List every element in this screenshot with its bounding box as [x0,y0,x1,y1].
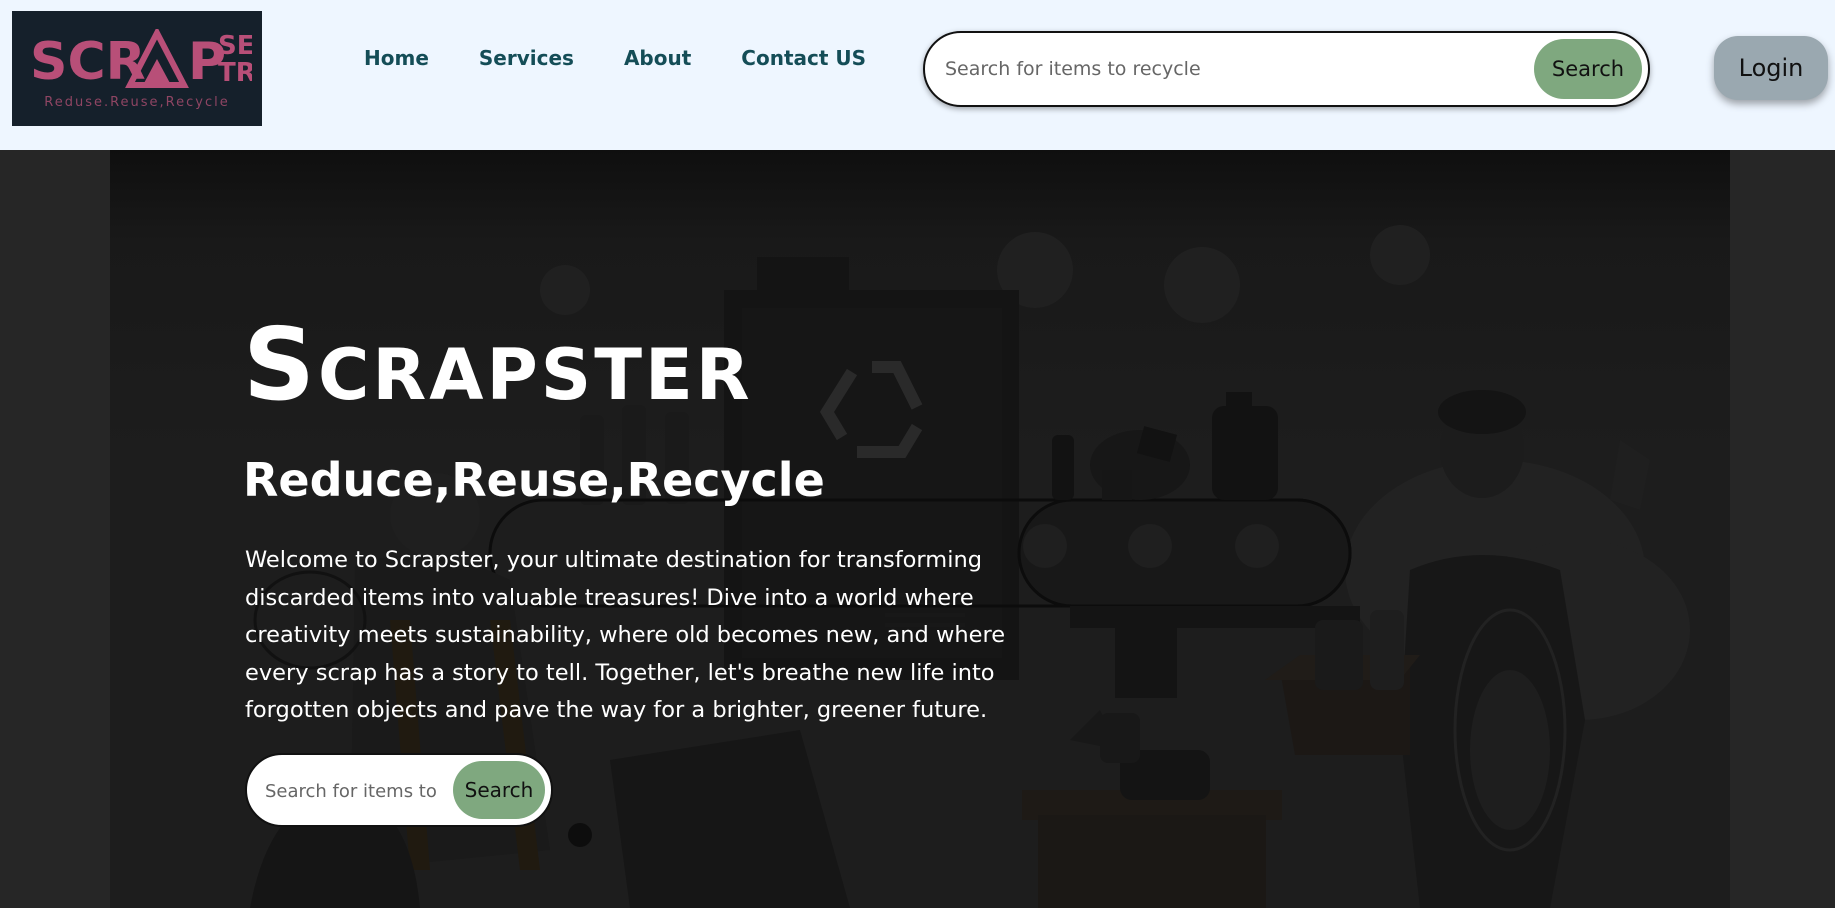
nav-about[interactable]: About [624,46,691,70]
nav-services[interactable]: Services [479,46,574,70]
login-button[interactable]: Login [1714,36,1828,100]
logo-letters-se: SE [218,31,252,61]
logo-letters-tr: TR [218,58,252,88]
hero-search-button[interactable]: Search [453,761,545,819]
hero-subtitle: Reduce,Reuse,Recycle [243,453,825,507]
belt-items [1052,392,1278,500]
header-search-input[interactable] [945,51,1505,87]
hero-title: Scrapster [243,306,753,423]
nav-contact-us[interactable]: Contact US [741,46,866,70]
logo-wordmark: SCR P SE TR [30,29,252,92]
main-nav: Home Services About Contact US [364,46,866,70]
header-search-bar: Search [923,31,1650,107]
hero-search-input[interactable] [265,775,441,807]
hero-search-bar: Search [245,753,553,827]
hero-panel: Scrapster Reduce,Reuse,Recycle Welcome t… [110,150,1730,908]
site-logo[interactable]: SCR P SE TR Reduse.Reuse,Recycle [12,11,262,126]
header-search-button[interactable]: Search [1534,39,1642,99]
site-header: SCR P SE TR Reduse.Reuse,Recycle Home Se… [0,0,1835,150]
bin-silhouette [1022,750,1282,908]
logo-tagline: Reduse.Reuse,Recycle [44,95,230,110]
hero-section: Scrapster Reduce,Reuse,Recycle Welcome t… [0,150,1835,908]
hero-description: Welcome to Scrapster, your ultimate dest… [245,547,1006,723]
nav-home[interactable]: Home [364,46,429,70]
